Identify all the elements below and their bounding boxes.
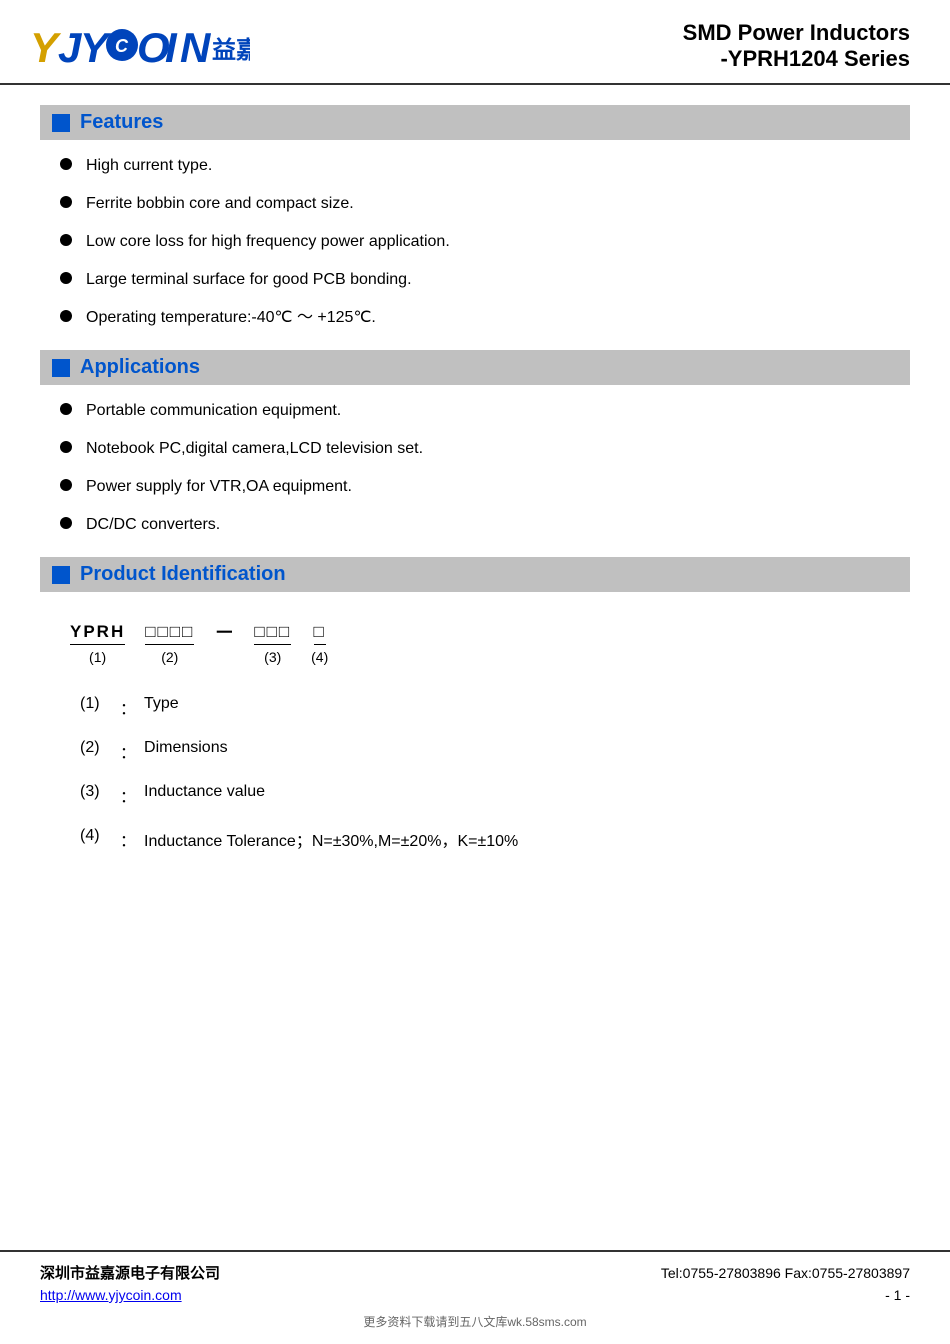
logo-chinese-text: 益嘉源 [212, 36, 250, 64]
footer: 深圳市益嘉源电子有限公司 Tel:0755-27803896 Fax:0755-… [0, 1250, 950, 1344]
id-num-3: (3) [80, 783, 120, 801]
list-item: High current type. [60, 154, 910, 178]
id-desc-3: Inductance value [144, 783, 265, 801]
pn-part1-value: YPRH [70, 622, 125, 645]
footer-contact: Tel:0755-27803896 Fax:0755-27803897 [661, 1265, 910, 1281]
id-colon-2: ： [120, 739, 136, 763]
page: Y J Y C O I N 益嘉源 SMD Power Inductors -Y… [0, 0, 950, 1344]
list-item: Large terminal surface for good PCB bond… [60, 268, 910, 292]
bullet-dot [60, 158, 72, 170]
pn-part2-label: (2) [161, 649, 178, 665]
id-item-2: (2) ： Dimensions [80, 739, 870, 763]
list-item: Power supply for VTR,OA equipment. [60, 475, 910, 499]
logo-area: Y J Y C O I N 益嘉源 [30, 18, 250, 73]
feature-item-5: Operating temperature:-40℃ ～ +125℃. [86, 306, 376, 330]
id-num-1: (1) [80, 695, 120, 713]
footer-page: - 1 - [885, 1287, 910, 1303]
logo-svg: Y J Y C O I N 益嘉源 [30, 18, 250, 73]
product-id-icon [52, 566, 70, 584]
app-item-1: Portable communication equipment. [86, 399, 341, 423]
footer-row2: http://www.yjycoin.com - 1 - [40, 1287, 910, 1303]
pn-group-2: □□□□ (2) [145, 622, 194, 665]
applications-title: Applications [80, 356, 200, 379]
app-item-2: Notebook PC,digital camera,LCD televisio… [86, 437, 423, 461]
pn-part3-label: (3) [264, 649, 281, 665]
app-item-4: DC/DC converters. [86, 513, 220, 537]
footer-company: 深圳市益嘉源电子有限公司 [40, 1262, 220, 1283]
bullet-dot [60, 234, 72, 246]
product-id-content: YPRH (1) □□□□ (2) － □□□ (3) □ (4) [40, 606, 910, 881]
footer-row1: 深圳市益嘉源电子有限公司 Tel:0755-27803896 Fax:0755-… [40, 1262, 910, 1283]
id-colon-3: ： [120, 783, 136, 807]
features-section-header: Features [40, 105, 910, 140]
list-item: Ferrite bobbin core and compact size. [60, 192, 910, 216]
id-item-4: (4) ： Inductance Tolerance；N=±30%,M=±20%… [80, 827, 870, 851]
bullet-dot [60, 196, 72, 208]
pn-part2-value: □□□□ [145, 622, 194, 645]
bullet-dot [60, 403, 72, 415]
product-id-section-header: Product Identification [40, 557, 910, 592]
title-line1: SMD Power Inductors [683, 20, 910, 46]
features-icon [52, 114, 70, 132]
content-spacer [0, 1066, 950, 1251]
footer-url[interactable]: http://www.yjycoin.com [40, 1287, 182, 1303]
features-list: High current type. Ferrite bobbin core a… [40, 154, 910, 330]
list-item: DC/DC converters. [60, 513, 910, 537]
id-item-1: (1) ： Type [80, 695, 870, 719]
list-item: Operating temperature:-40℃ ～ +125℃. [60, 306, 910, 330]
product-id-title: Product Identification [80, 563, 286, 586]
pn-part1-label: (1) [89, 649, 106, 665]
pn-part4-label: (4) [311, 649, 328, 665]
applications-icon [52, 359, 70, 377]
bullet-dot [60, 441, 72, 453]
id-desc-1: Type [144, 695, 179, 713]
id-num-2: (2) [80, 739, 120, 757]
feature-item-1: High current type. [86, 154, 212, 178]
id-desc-2: Dimensions [144, 739, 228, 757]
part-number-diagram: YPRH (1) □□□□ (2) － □□□ (3) □ (4) [70, 616, 880, 665]
pn-group-1: YPRH (1) [70, 622, 125, 665]
bullet-dot [60, 479, 72, 491]
id-item-3: (3) ： Inductance value [80, 783, 870, 807]
pn-group-4: □ (4) [311, 622, 328, 665]
id-colon-4: ： [120, 827, 136, 851]
bullet-dot [60, 517, 72, 529]
app-item-3: Power supply for VTR,OA equipment. [86, 475, 352, 499]
applications-list: Portable communication equipment. Notebo… [40, 399, 910, 537]
header: Y J Y C O I N 益嘉源 SMD Power Inductors -Y… [0, 0, 950, 85]
feature-item-4: Large terminal surface for good PCB bond… [86, 268, 412, 292]
svg-text:I: I [165, 24, 178, 71]
bullet-dot [60, 310, 72, 322]
features-title: Features [80, 111, 163, 134]
pn-group-3: □□□ (3) [254, 622, 291, 665]
list-item: Portable communication equipment. [60, 399, 910, 423]
id-items-list: (1) ： Type (2) ： Dimensions (3) ： Induct… [70, 695, 880, 851]
header-title: SMD Power Inductors -YPRH1204 Series [683, 20, 910, 72]
svg-text:N: N [180, 24, 212, 71]
feature-item-3: Low core loss for high frequency power a… [86, 230, 450, 254]
pn-part3-value: □□□ [254, 622, 291, 645]
applications-section-header: Applications [40, 350, 910, 385]
id-num-4: (4) [80, 827, 120, 845]
footer-watermark: 更多资料下载请到五八文库wk.58sms.com [40, 1307, 910, 1334]
list-item: Notebook PC,digital camera,LCD televisio… [60, 437, 910, 461]
id-colon-1: ： [120, 695, 136, 719]
list-item: Low core loss for high frequency power a… [60, 230, 910, 254]
id-desc-4: Inductance Tolerance；N=±30%,M=±20%，K=±10… [144, 827, 518, 851]
bullet-dot [60, 272, 72, 284]
feature-item-2: Ferrite bobbin core and compact size. [86, 192, 354, 216]
title-line2: -YPRH1204 Series [683, 46, 910, 72]
main-content: Features High current type. Ferrite bobb… [0, 85, 950, 1066]
pn-dash: － [214, 616, 234, 645]
svg-text:C: C [115, 36, 129, 56]
pn-part4-value: □ [314, 622, 326, 645]
